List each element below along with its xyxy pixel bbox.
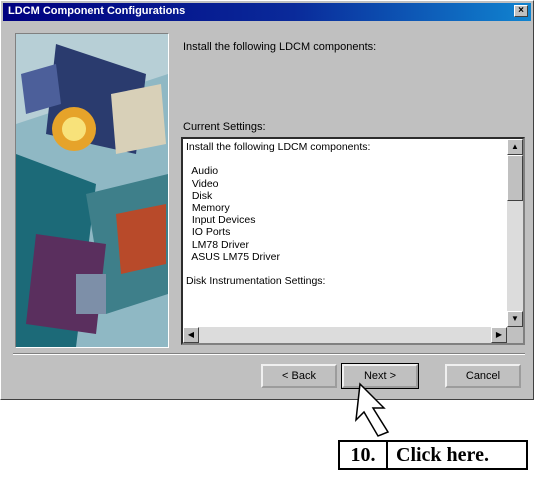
illustration-image xyxy=(16,34,168,347)
cursor-arrow-icon xyxy=(355,382,390,437)
scroll-right-icon[interactable]: ▶ xyxy=(491,327,507,343)
scroll-down-icon[interactable]: ▼ xyxy=(507,311,523,327)
settings-content: Install the following LDCM components: A… xyxy=(186,141,371,288)
cancel-button[interactable]: Cancel xyxy=(445,364,521,388)
ldcm-config-dialog: LDCM Component Configurations × Install … xyxy=(0,0,534,400)
back-button[interactable]: < Back xyxy=(261,364,337,388)
close-button[interactable]: × xyxy=(514,5,528,17)
horizontal-scrollbar[interactable]: ◀ ▶ xyxy=(183,327,507,343)
instruction-callout: 10. Click here. xyxy=(338,440,528,470)
window-title: LDCM Component Configurations xyxy=(8,5,186,17)
scroll-left-icon[interactable]: ◀ xyxy=(183,327,199,343)
scrollbar-corner xyxy=(507,327,523,343)
intro-text: Install the following LDCM components: xyxy=(183,41,377,53)
vertical-scrollbar[interactable]: ▲ ▼ xyxy=(507,139,523,327)
current-settings-label: Current Settings: xyxy=(183,121,266,133)
step-instruction: Click here. xyxy=(396,443,489,466)
title-bar[interactable]: LDCM Component Configurations × xyxy=(3,3,531,21)
current-settings-textbox[interactable]: Install the following LDCM components: A… xyxy=(181,137,525,345)
button-separator xyxy=(13,353,525,355)
step-number: 10. xyxy=(340,442,388,468)
wizard-illustration xyxy=(15,33,169,348)
scroll-up-icon[interactable]: ▲ xyxy=(507,139,523,155)
vertical-scroll-thumb[interactable] xyxy=(507,155,523,201)
